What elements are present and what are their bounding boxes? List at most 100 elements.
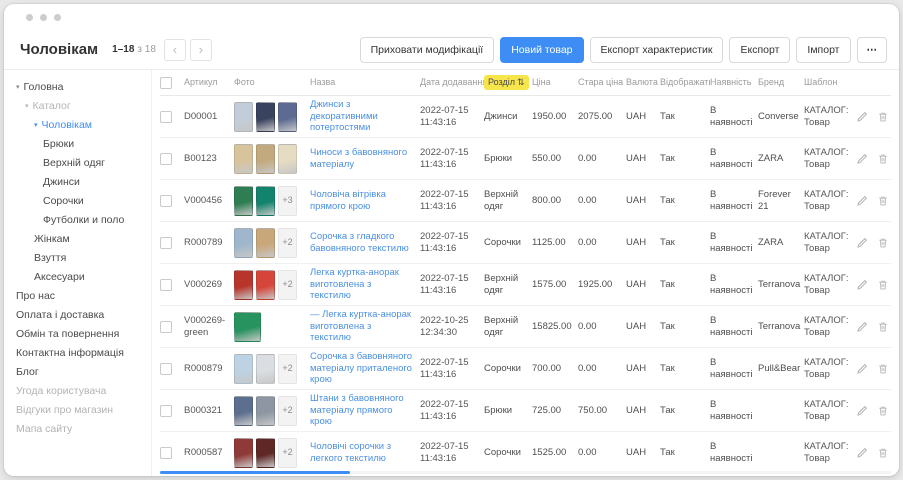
- product-photo-thumbnail[interactable]: [234, 312, 261, 342]
- product-photo-thumbnail[interactable]: [256, 144, 275, 174]
- row-checkbox[interactable]: [160, 363, 172, 375]
- product-photo-thumbnail[interactable]: [256, 354, 275, 384]
- prev-page-button[interactable]: ‹: [164, 39, 186, 61]
- column-header-visible[interactable]: Відображати: [660, 77, 710, 88]
- product-name-link[interactable]: Легка куртка-анорак виготовлена з тексти…: [310, 267, 414, 303]
- more-photos-badge[interactable]: +2: [278, 438, 297, 468]
- product-photo-thumbnail[interactable]: [278, 102, 297, 132]
- column-header-avail[interactable]: Наявність: [710, 77, 758, 88]
- product-name-link[interactable]: Сорочка з гладкого бавовняного текстилю: [310, 231, 414, 255]
- row-checkbox[interactable]: [160, 321, 172, 333]
- edit-icon[interactable]: [856, 321, 868, 333]
- edit-icon[interactable]: [856, 447, 868, 459]
- export-button[interactable]: Експорт: [729, 37, 790, 63]
- product-photo-thumbnail[interactable]: [256, 186, 275, 216]
- sidebar-item-5[interactable]: Джинси: [4, 173, 151, 192]
- column-header-price[interactable]: Ціна: [532, 77, 578, 88]
- sidebar-item-6[interactable]: Сорочки: [4, 192, 151, 211]
- column-header-sku[interactable]: Артикул: [184, 77, 234, 88]
- sidebar-item-9[interactable]: Взуття: [4, 249, 151, 268]
- sidebar-item-0[interactable]: ▾Головна: [4, 78, 151, 97]
- column-header-currency[interactable]: Валюта: [626, 77, 660, 88]
- row-checkbox[interactable]: [160, 405, 172, 417]
- delete-icon[interactable]: [877, 237, 889, 249]
- sidebar-item-7[interactable]: Футболки и поло: [4, 211, 151, 230]
- product-photo-thumbnail[interactable]: [234, 228, 253, 258]
- product-name-link[interactable]: — Легка куртка-анорак виготовлена з текс…: [310, 309, 414, 345]
- sidebar-item-11[interactable]: Про нас: [4, 287, 151, 306]
- column-header-name[interactable]: Назва: [310, 77, 420, 88]
- delete-icon[interactable]: [877, 363, 889, 375]
- sidebar-item-4[interactable]: Верхній одяг: [4, 154, 151, 173]
- horizontal-scrollbar-thumb[interactable]: [160, 471, 350, 474]
- product-photo-thumbnail[interactable]: [256, 438, 275, 468]
- delete-icon[interactable]: [877, 321, 889, 333]
- row-checkbox[interactable]: [160, 153, 172, 165]
- delete-icon[interactable]: [877, 195, 889, 207]
- more-photos-badge[interactable]: +3: [278, 186, 297, 216]
- product-photo-thumbnail[interactable]: [234, 102, 253, 132]
- column-header-date[interactable]: Дата додавання: [420, 77, 484, 88]
- sidebar-item-2[interactable]: ▾Чоловікам: [4, 116, 151, 135]
- sidebar-item-3[interactable]: Брюки: [4, 135, 151, 154]
- row-checkbox[interactable]: [160, 111, 172, 123]
- product-name-link[interactable]: Штани з бавовняного матеріалу прямого кр…: [310, 393, 414, 429]
- sidebar-item-16[interactable]: Угода користувача: [4, 382, 151, 401]
- import-button[interactable]: Імпорт: [796, 37, 850, 63]
- product-photo-thumbnail[interactable]: [234, 186, 253, 216]
- sidebar-item-13[interactable]: Обмін та повернення: [4, 325, 151, 344]
- delete-icon[interactable]: [877, 153, 889, 165]
- product-photo-thumbnail[interactable]: [234, 354, 253, 384]
- hide-modifications-button[interactable]: Приховати модифікації: [360, 37, 495, 63]
- product-name-link[interactable]: Чоловічі сорочки з легкого текстилю: [310, 441, 414, 465]
- sidebar-item-8[interactable]: Жінкам: [4, 230, 151, 249]
- product-photo-thumbnail[interactable]: [256, 270, 275, 300]
- row-checkbox[interactable]: [160, 279, 172, 291]
- more-photos-badge[interactable]: +2: [278, 270, 297, 300]
- sidebar-item-14[interactable]: Контактна інформація: [4, 344, 151, 363]
- edit-icon[interactable]: [856, 405, 868, 417]
- export-characteristics-button[interactable]: Експорт характеристик: [590, 37, 724, 63]
- sort-icon[interactable]: ⇅: [517, 77, 525, 88]
- product-photo-thumbnail[interactable]: [234, 144, 253, 174]
- edit-icon[interactable]: [856, 363, 868, 375]
- edit-icon[interactable]: [856, 153, 868, 165]
- column-header-photo[interactable]: Фото: [234, 77, 310, 88]
- more-photos-badge[interactable]: +2: [278, 354, 297, 384]
- product-photo-thumbnail[interactable]: [278, 144, 297, 174]
- row-checkbox[interactable]: [160, 237, 172, 249]
- next-page-button[interactable]: ›: [190, 39, 212, 61]
- window-control-dot[interactable]: [40, 14, 47, 21]
- column-header-oldprice[interactable]: Стара ціна: [578, 77, 626, 88]
- product-name-link[interactable]: Чоловіча вітрівка прямого крою: [310, 189, 414, 213]
- new-product-button[interactable]: Новий товар: [500, 37, 583, 63]
- edit-icon[interactable]: [856, 195, 868, 207]
- product-name-link[interactable]: Джинси з декоративними потертостями: [310, 99, 414, 135]
- row-checkbox[interactable]: [160, 195, 172, 207]
- sidebar-item-15[interactable]: Блог: [4, 363, 151, 382]
- delete-icon[interactable]: [877, 405, 889, 417]
- product-name-link[interactable]: Чиноси з бавовняного матеріалу: [310, 147, 414, 171]
- edit-icon[interactable]: [856, 111, 868, 123]
- more-photos-badge[interactable]: +2: [278, 228, 297, 258]
- product-photo-thumbnail[interactable]: [234, 438, 253, 468]
- row-checkbox[interactable]: [160, 447, 172, 459]
- delete-icon[interactable]: [877, 447, 889, 459]
- select-all-checkbox[interactable]: [160, 77, 172, 89]
- edit-icon[interactable]: [856, 279, 868, 291]
- sidebar-item-17[interactable]: Відгуки про магазин: [4, 401, 151, 420]
- product-photo-thumbnail[interactable]: [256, 396, 275, 426]
- product-name-link[interactable]: Сорочка з бавовняного матеріалу притален…: [310, 351, 414, 387]
- column-header-brand[interactable]: Бренд: [758, 77, 804, 88]
- product-photo-thumbnail[interactable]: [256, 228, 275, 258]
- sidebar-item-12[interactable]: Оплата і доставка: [4, 306, 151, 325]
- sidebar-item-10[interactable]: Аксесуари: [4, 268, 151, 287]
- column-header-section[interactable]: Розділ⇅: [484, 75, 532, 90]
- product-photo-thumbnail[interactable]: [256, 102, 275, 132]
- window-control-dot[interactable]: [26, 14, 33, 21]
- edit-icon[interactable]: [856, 237, 868, 249]
- delete-icon[interactable]: [877, 111, 889, 123]
- more-photos-badge[interactable]: +2: [278, 396, 297, 426]
- sidebar-item-1[interactable]: ▾Каталог: [4, 97, 151, 116]
- more-actions-button[interactable]: ⋯: [857, 37, 888, 63]
